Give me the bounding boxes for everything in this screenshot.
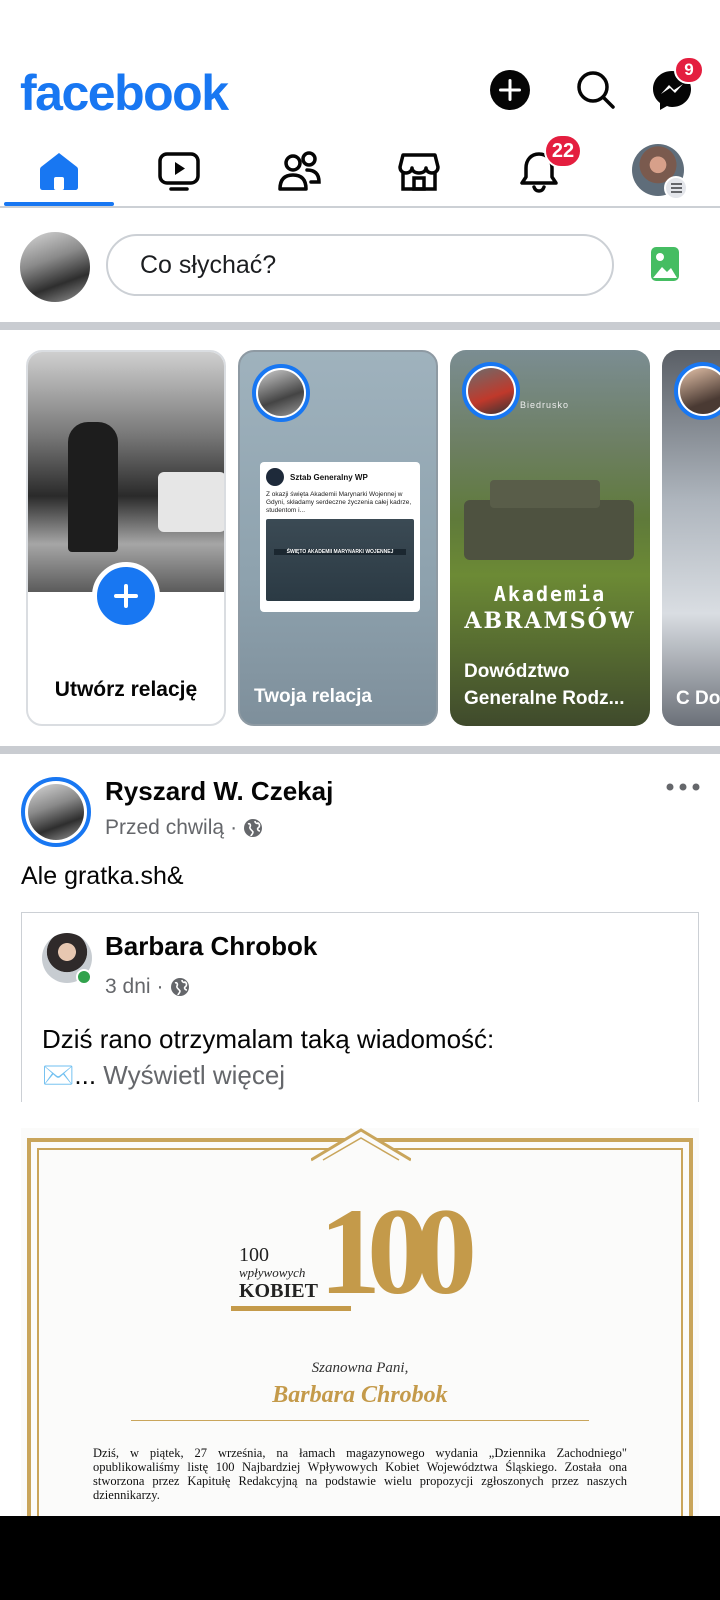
photo-button[interactable] xyxy=(650,246,686,282)
notifications-badge: 22 xyxy=(544,134,582,168)
story-photo xyxy=(28,352,224,592)
messenger-button[interactable]: 9 xyxy=(650,56,704,112)
profile-menu-icon xyxy=(632,144,688,200)
photo-icon xyxy=(651,247,679,281)
post-text: Ale gratka.sh& xyxy=(21,862,184,890)
your-story-card[interactable]: Sztab Generalny WP Z okazji święta Akade… xyxy=(238,350,438,726)
frame-ornament xyxy=(311,1128,411,1162)
see-more-link[interactable]: Wyświetl więcej xyxy=(103,1060,285,1090)
story-overlay-line1: Akademia xyxy=(493,582,607,606)
top-header: facebook 9 xyxy=(0,56,720,126)
post-meta: Przed chwilą · xyxy=(105,816,263,840)
post-header: Ryszard W. Czekaj Przed chwilą · xyxy=(0,760,720,856)
section-divider xyxy=(0,322,720,330)
story-overlay-line2: ABRAMSÓW xyxy=(464,608,636,634)
shared-text: Dziś rano otrzymalam taką wiadomość: ✉️.… xyxy=(42,1021,494,1093)
certificate-recipient: Barbara Chrobok xyxy=(272,1382,448,1408)
globe-icon xyxy=(170,978,189,996)
active-tab-indicator xyxy=(4,202,114,206)
shared-post-preview: Sztab Generalny WP Z okazji święta Akade… xyxy=(260,462,420,612)
story-label: C Do xyxy=(676,688,720,709)
menu-icon xyxy=(664,176,688,200)
story-location: Biedrusko xyxy=(520,400,570,410)
certificate-body: Dziś, w piątek, 27 września, na łamach m… xyxy=(93,1446,627,1502)
certificate-divider xyxy=(131,1420,589,1421)
more-dots-icon xyxy=(666,783,700,791)
army-logo-icon xyxy=(266,468,284,486)
stories-tray: Utwórz relację Sztab Generalny WP Z okaz… xyxy=(0,340,720,736)
your-story-label: Twoja relacja xyxy=(254,686,372,707)
plus-circle-icon xyxy=(490,70,530,110)
home-icon xyxy=(40,153,78,190)
tab-home[interactable] xyxy=(4,136,114,206)
plus-icon xyxy=(114,584,138,608)
tab-notifications[interactable]: 22 xyxy=(484,134,594,206)
search-button[interactable] xyxy=(574,68,618,112)
post-time[interactable]: Przed chwilą xyxy=(105,816,224,840)
composer-input[interactable]: Co słychać? xyxy=(106,234,614,296)
story-card[interactable]: Biedrusko Akademia ABRAMSÓW Dowództwo Ge… xyxy=(450,350,650,726)
post-author[interactable]: Ryszard W. Czekaj xyxy=(105,776,333,807)
rider-image xyxy=(68,422,118,552)
main-nav: 22 xyxy=(0,134,720,208)
preview-image: ŚWIĘTO AKADEMII MARYNARKI WOJENNEJ xyxy=(266,519,414,601)
meta-separator: · xyxy=(230,816,238,839)
shared-text-line: Dziś rano otrzymalam taką wiadomość: xyxy=(42,1024,495,1054)
create-story-label: Utwórz relację xyxy=(54,678,198,701)
section-divider xyxy=(0,746,720,754)
search-icon xyxy=(577,71,615,109)
messenger-badge: 9 xyxy=(674,56,704,84)
marketplace-icon xyxy=(398,153,440,191)
online-status-icon xyxy=(76,969,92,985)
preview-title: Sztab Generalny WP xyxy=(290,472,368,482)
logo-text: 100 wpływowych KOBIET xyxy=(239,1244,318,1302)
composer-placeholder: Co słychać? xyxy=(140,250,277,279)
meta-separator: · xyxy=(156,975,164,998)
tab-video[interactable] xyxy=(124,136,234,206)
video-icon xyxy=(158,152,200,191)
shared-author[interactable]: Barbara Chrobok xyxy=(105,931,317,962)
preview-text: Z okazji święta Akademii Marynarki Wojen… xyxy=(266,491,412,514)
shared-post[interactable]: Barbara Chrobok 3 dni · Dziś rano otrzym… xyxy=(21,912,699,1102)
shared-time[interactable]: 3 dni xyxy=(105,975,151,999)
create-button[interactable] xyxy=(488,68,532,112)
logo-100: 100 xyxy=(319,1183,477,1320)
shared-meta: 3 dni · xyxy=(105,975,190,999)
tab-friends[interactable] xyxy=(244,136,354,206)
story-card[interactable]: C Do xyxy=(662,350,720,726)
story-avatar xyxy=(462,362,520,420)
preview-banner: ŚWIĘTO AKADEMII MARYNARKI WOJENNEJ xyxy=(274,549,406,555)
certificate-greeting: Szanowna Pani, xyxy=(311,1360,409,1376)
tab-menu[interactable] xyxy=(604,136,714,206)
story-avatar xyxy=(674,362,720,420)
post-image[interactable]: 100 wpływowych KOBIET 100 Szanowna Pani,… xyxy=(21,1128,699,1518)
tank-image xyxy=(464,500,634,560)
friends-icon xyxy=(278,151,321,191)
avatar[interactable] xyxy=(20,232,90,302)
shared-text-prefix: ✉️... xyxy=(42,1060,97,1090)
story-label: Dowództwo Generalne Rodz... xyxy=(464,661,625,709)
tank-turret xyxy=(490,480,600,508)
globe-icon xyxy=(244,819,263,837)
tab-marketplace[interactable] xyxy=(364,136,474,206)
system-navigation-bar xyxy=(0,1516,720,1600)
author-avatar[interactable] xyxy=(21,777,91,847)
post-more-button[interactable] xyxy=(666,772,706,802)
facebook-logo[interactable]: facebook xyxy=(20,64,229,122)
story-avatar xyxy=(252,364,310,422)
car-image xyxy=(158,472,224,532)
create-story-card[interactable]: Utwórz relację xyxy=(26,350,226,726)
post-composer: Co słychać? xyxy=(0,210,720,322)
add-story-button[interactable] xyxy=(92,562,160,630)
